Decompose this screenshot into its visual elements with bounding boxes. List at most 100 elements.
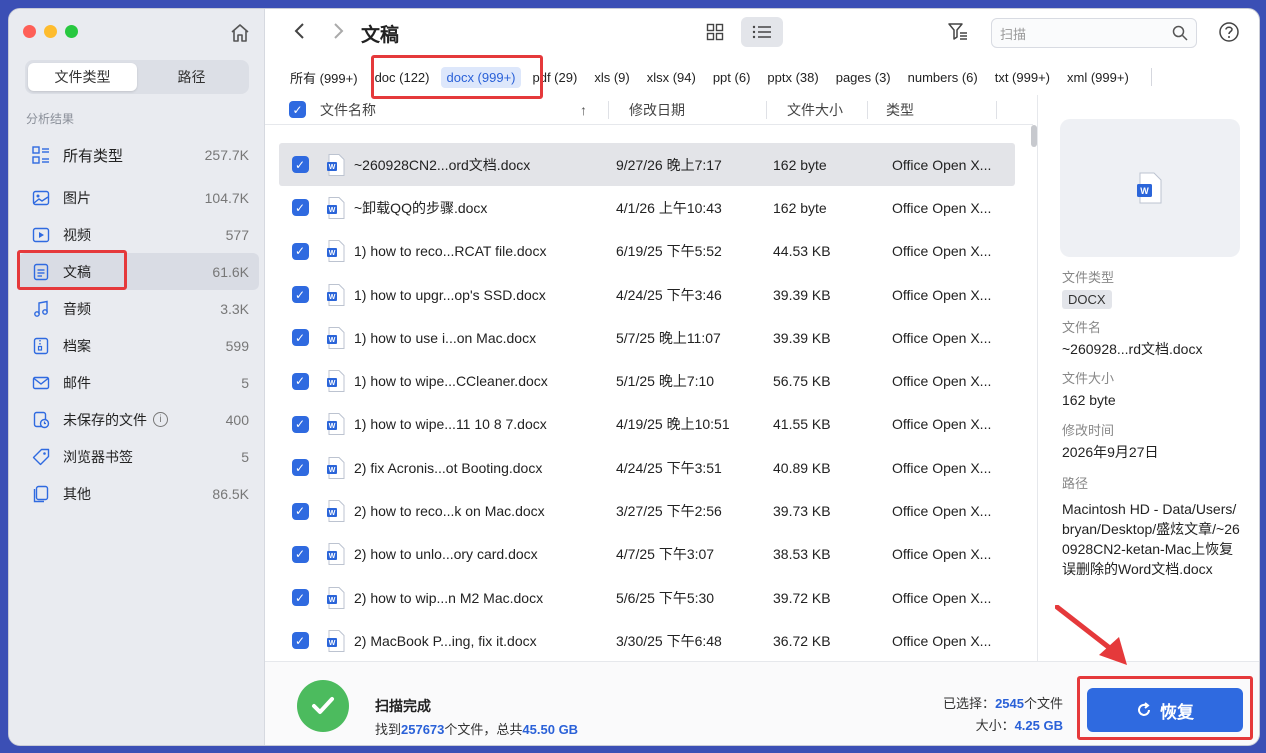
table-row[interactable]: ✓ W ~260928CN2...ord文档.docx 9/27/26 晚上7:17 1… — [279, 143, 1015, 187]
row-checkbox[interactable]: ✓ — [291, 502, 309, 520]
file-size: 39.73 KB — [773, 503, 831, 520]
svg-text:W: W — [329, 380, 336, 387]
section-label: 分析结果 — [26, 112, 75, 126]
sidebar-item-label: 音频 — [63, 300, 91, 317]
preview-size-value: 162 byte — [1062, 392, 1116, 408]
tab-xml[interactable]: xml (999+) — [1062, 67, 1134, 88]
search-input[interactable]: 扫描 — [1000, 24, 1172, 43]
table-row[interactable]: ✓ W 2) how to reco...k on Mac.docx 3/27/25 … — [279, 489, 1015, 532]
sidebar-item-unsaved[interactable]: 未保存的文件 i 400 — [19, 401, 259, 438]
status-footer: 扫描完成 找到257673个文件，总共45.50 GB 已选择：2545个文件 … — [265, 661, 1259, 745]
sidebar-item-mail[interactable]: 邮件 5 — [19, 364, 259, 401]
sidebar-item-videos[interactable]: 视频 577 — [19, 216, 259, 253]
zoom-window-button[interactable] — [65, 25, 78, 38]
grid-view-button[interactable] — [694, 17, 736, 47]
help-icon[interactable] — [1218, 21, 1240, 43]
minimize-window-button[interactable] — [44, 25, 57, 38]
file-type-badge: DOCX — [1062, 290, 1112, 309]
column-header-size[interactable]: 文件大小 — [787, 100, 867, 120]
file-name: 2) how to wip...n M2 Mac.docx — [354, 589, 544, 606]
close-window-button[interactable] — [23, 25, 36, 38]
file-type: Office Open X... — [892, 503, 992, 520]
table-row[interactable]: ✓ W 1) how to reco...RCAT file.docx 6/19/25… — [279, 230, 1015, 273]
sidebar-item-audio[interactable]: 音频 3.3K — [19, 290, 259, 327]
word-doc-icon: W — [327, 586, 345, 609]
table-row[interactable]: ✓ W 1) how to wipe...11 10 8 7.docx 4/19/25… — [279, 403, 1015, 446]
row-checkbox[interactable]: ✓ — [291, 242, 309, 260]
row-checkbox[interactable]: ✓ — [291, 459, 309, 477]
tab-numbers[interactable]: numbers (6) — [903, 67, 983, 88]
file-date: 4/19/25 晚上10:51 — [616, 416, 730, 433]
row-checkbox[interactable]: ✓ — [291, 286, 309, 304]
info-icon[interactable]: i — [153, 412, 168, 427]
row-checkbox[interactable]: ✓ — [291, 545, 309, 563]
row-checkbox[interactable]: ✓ — [291, 329, 309, 347]
mail-icon — [31, 373, 51, 393]
tab-ppt[interactable]: ppt (6) — [708, 67, 756, 88]
row-checkbox[interactable]: ✓ — [291, 199, 309, 217]
select-all-checkbox[interactable]: ✓ — [289, 101, 306, 118]
svg-text:W: W — [329, 553, 336, 560]
mode-tab-path[interactable]: 路径 — [137, 63, 246, 91]
svg-text:W: W — [329, 250, 336, 257]
table-row[interactable]: ✓ W 2) how to unlo...ory card.docx 4/7/25 下… — [279, 533, 1015, 576]
column-header-name[interactable]: 文件名称 — [320, 100, 580, 120]
table-row[interactable]: ✓ W 2) how to wip...n M2 Mac.docx 5/6/25 下午… — [279, 576, 1015, 619]
sidebar-item-images[interactable]: 图片 104.7K — [19, 179, 259, 216]
found-prefix: 找到 — [375, 722, 402, 737]
table-row[interactable]: ✓ W 1) how to upgr...op's SSD.docx 4/24/25 … — [279, 273, 1015, 316]
forward-arrow-icon[interactable] — [331, 21, 345, 47]
preview-panel: W 文件类型 DOCX 文件名 ~260928...rd文档.docx 文件大小… — [1037, 95, 1259, 661]
sidebar-item-documents[interactable]: 文稿 61.6K — [17, 250, 259, 290]
table-row[interactable]: ✓ W 2) fix Acronis...ot Booting.docx 4/24/2… — [279, 446, 1015, 489]
tab-pptx[interactable]: pptx (38) — [762, 67, 823, 88]
table-row[interactable]: ✓ W 1) how to use i...on Mac.docx 5/7/25 晚上… — [279, 316, 1015, 359]
table-row[interactable]: ✓ W ~卸载QQ的步骤.docx 4/1/26 上午10:43 162 byte Off… — [279, 186, 1015, 229]
file-size: 39.72 KB — [773, 589, 831, 606]
sidebar-item-archives[interactable]: 档案 599 — [19, 327, 259, 364]
filter-icon[interactable] — [947, 21, 969, 43]
word-doc-icon: W — [327, 283, 345, 306]
back-arrow-icon[interactable] — [293, 21, 307, 47]
table-row[interactable]: ✓ W 2) MacBook P...ing, fix it.docx 3/30/25… — [279, 619, 1015, 662]
column-divider[interactable] — [766, 100, 767, 119]
file-name: 2) how to reco...k on Mac.docx — [354, 503, 545, 520]
row-checkbox[interactable]: ✓ — [291, 156, 309, 174]
tab-txt[interactable]: txt (999+) — [990, 67, 1055, 88]
home-icon[interactable] — [229, 22, 251, 44]
svg-text:W: W — [329, 423, 336, 430]
column-header-type[interactable]: 类型 — [886, 100, 996, 120]
column-divider[interactable] — [608, 100, 609, 119]
tab-pages[interactable]: pages (3) — [831, 67, 896, 88]
table-row[interactable]: ✓ W 1) how to wipe...CCleaner.docx 5/1/25 晚… — [279, 359, 1015, 402]
row-checkbox[interactable]: ✓ — [291, 589, 309, 607]
column-header-date[interactable]: 修改日期 — [629, 100, 766, 120]
file-name: ~260928CN2...ord文档.docx — [354, 156, 531, 173]
file-date: 4/7/25 下午3:07 — [616, 546, 715, 563]
row-checkbox[interactable]: ✓ — [291, 632, 309, 650]
tab-xlsx[interactable]: xlsx (94) — [642, 67, 701, 88]
annotation-arrow-icon — [1055, 605, 1127, 665]
svg-text:W: W — [329, 597, 336, 604]
sidebar-item-bookmarks[interactable]: 浏览器书签 5 — [19, 438, 259, 475]
file-name: 2) MacBook P...ing, fix it.docx — [354, 632, 537, 649]
file-type: Office Open X... — [892, 373, 992, 390]
list-view-button[interactable] — [741, 17, 783, 47]
row-checkbox[interactable]: ✓ — [291, 415, 309, 433]
sidebar-item-all-types[interactable]: 所有类型 257.7K — [19, 135, 259, 175]
main-panel: 文稿 扫描 所有 (999+) doc (122) docx (999+) pd… — [265, 9, 1259, 745]
column-divider[interactable] — [867, 100, 868, 119]
column-divider[interactable] — [996, 100, 997, 119]
svg-text:W: W — [329, 207, 336, 214]
tab-xls[interactable]: xls (9) — [589, 67, 634, 88]
file-date: 4/24/25 下午3:46 — [616, 286, 722, 303]
sidebar-item-count: 257.7K — [204, 147, 249, 163]
sidebar-item-other[interactable]: 其他 86.5K — [19, 475, 259, 512]
tab-all[interactable]: 所有 (999+) — [285, 65, 363, 90]
svg-text:W: W — [1140, 186, 1149, 196]
search-field[interactable]: 扫描 — [991, 18, 1197, 48]
row-checkbox[interactable]: ✓ — [291, 372, 309, 390]
mode-tab-file-type[interactable]: 文件类型 — [28, 63, 137, 91]
sort-arrow-icon[interactable]: ↑ — [580, 102, 598, 118]
recover-button[interactable]: 恢复 — [1087, 688, 1243, 732]
